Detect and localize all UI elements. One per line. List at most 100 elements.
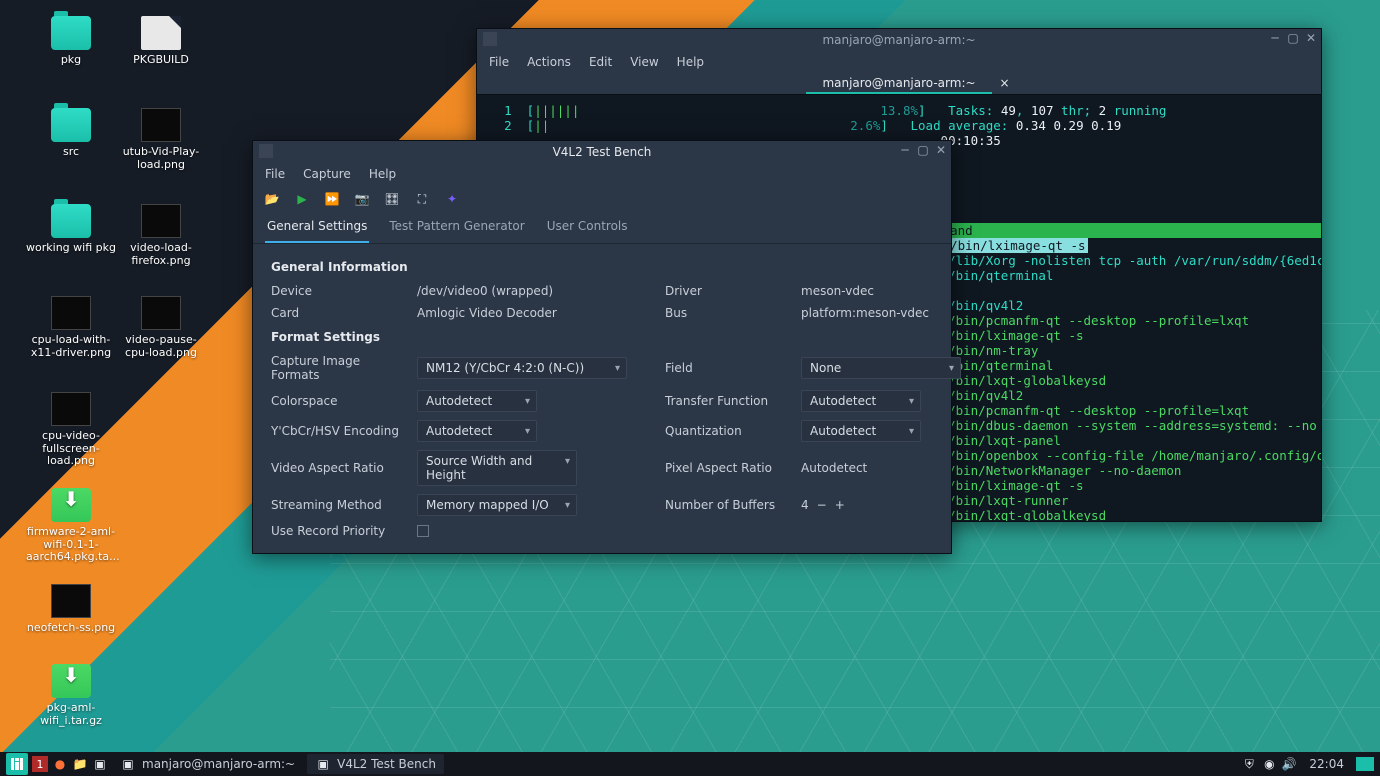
desktop-icon[interactable]: ⬇pkg-aml-wifi_i.tar.gz (26, 664, 116, 727)
play-icon[interactable]: ▶ (293, 190, 311, 208)
menu-item[interactable]: Edit (589, 55, 612, 69)
desktop-icon[interactable]: cpu-video-fullscreen-load.png (26, 392, 116, 468)
terminal-tabbar: manjaro@manjaro-arm:~ × (477, 73, 1321, 95)
wifi-icon[interactable]: ◉ (1261, 756, 1277, 772)
taskbar-task[interactable]: ▣manjaro@manjaro-arm:~ (112, 754, 303, 774)
yenc-label: Y'CbCr/HSV Encoding (271, 424, 399, 438)
maximize-button[interactable]: ▢ (917, 144, 929, 156)
menu-item[interactable]: File (265, 167, 285, 181)
folder-icon (51, 16, 91, 50)
maximize-button[interactable]: ▢ (1287, 32, 1299, 44)
v4l2-tabs: General Settings Test Pattern Generator Us… (253, 213, 951, 244)
menu-item[interactable]: Capture (303, 167, 351, 181)
desktop-icon[interactable]: ⬇firmware-2-aml-wifi-0.1-1-aarch64.pkg.t… (26, 488, 116, 564)
grid-icon[interactable]: 🎛 (383, 190, 401, 208)
expand-icon[interactable]: ⛶ (413, 190, 431, 208)
chevron-down-icon: ▾ (525, 396, 530, 407)
colorspace-select[interactable]: Autodetect▾ (417, 390, 537, 412)
thumb-icon (51, 296, 91, 330)
taskbar-task[interactable]: ▣V4L2 Test Bench (307, 754, 444, 774)
tab[interactable]: Test Pattern Generator (387, 213, 526, 243)
desktop-icon[interactable]: src (26, 108, 116, 159)
minimize-button[interactable]: ─ (1269, 32, 1281, 44)
var-label: Video Aspect Ratio (271, 461, 399, 475)
card-value: Amlogic Video Decoder (417, 306, 647, 320)
thumb-icon (141, 108, 181, 142)
desktop-icon-label: utub-Vid-Play-load.png (123, 145, 200, 171)
chevron-down-icon: ▾ (565, 456, 570, 467)
virtual-desktop-indicator[interactable]: 1 (32, 756, 48, 772)
app-launcher[interactable] (6, 753, 28, 775)
menu-item[interactable]: Actions (527, 55, 571, 69)
desktop-icon[interactable]: neofetch-ss.png (26, 584, 116, 635)
card-label: Card (271, 306, 399, 320)
file-manager-icon[interactable]: 📁 (72, 756, 88, 772)
chevron-down-icon: ▾ (525, 426, 530, 437)
close-icon[interactable]: × (1000, 76, 1010, 90)
capfmt-select[interactable]: NM12 (Y/CbCr 4:2:0 (N-C))▾ (417, 357, 627, 379)
increment-button[interactable]: + (835, 498, 845, 512)
v4l2-titlebar[interactable]: V4L2 Test Bench ─ ▢ ✕ (253, 141, 951, 163)
open-icon[interactable]: 📂 (263, 190, 281, 208)
firefox-icon[interactable]: ● (52, 756, 68, 772)
urp-checkbox[interactable] (417, 525, 429, 537)
quant-select[interactable]: Autodetect▾ (801, 420, 921, 442)
terminal-menubar: File Actions Edit View Help (477, 51, 1321, 73)
desktop-icon[interactable]: pkg (26, 16, 116, 67)
camera-icon[interactable]: 📷 (353, 190, 371, 208)
device-value: /dev/video0 (wrapped) (417, 284, 647, 298)
terminal-icon (483, 32, 497, 46)
chevron-down-icon: ▾ (565, 500, 570, 511)
show-desktop-icon[interactable] (1356, 757, 1374, 771)
stream-label: Streaming Method (271, 498, 399, 512)
window-icon: ▣ (315, 756, 331, 772)
driver-value: meson-vdec (801, 284, 961, 298)
file-icon (141, 16, 181, 50)
thumb-icon (51, 584, 91, 618)
menu-item[interactable]: File (489, 55, 509, 69)
desktop-icon[interactable]: utub-Vid-Play-load.png (116, 108, 206, 171)
desktop-icon-label: PKGBUILD (133, 53, 189, 66)
desktop-icon-label: neofetch-ss.png (27, 621, 115, 634)
menu-item[interactable]: Help (677, 55, 704, 69)
desktop-icon-label: src (63, 145, 79, 158)
desktop-icon[interactable]: cpu-load-with-x11-driver.png (26, 296, 116, 359)
volume-icon[interactable]: 🔊 (1281, 756, 1297, 772)
menu-item[interactable]: View (630, 55, 658, 69)
shield-icon[interactable]: ⛨ (1241, 756, 1257, 772)
tfunc-label: Transfer Function (665, 394, 783, 408)
clock[interactable]: 22:04 (1309, 757, 1344, 771)
par-value: Autodetect (801, 461, 961, 475)
tfunc-select[interactable]: Autodetect▾ (801, 390, 921, 412)
fx-icon[interactable]: ✦ (443, 190, 461, 208)
menu-item[interactable]: Help (369, 167, 396, 181)
var-select[interactable]: Source Width and Height▾ (417, 450, 577, 486)
decrement-button[interactable]: − (817, 498, 827, 512)
bus-value: platform:meson-vdec (801, 306, 961, 320)
thumb-icon (141, 204, 181, 238)
terminal-tab[interactable]: manjaro@manjaro-arm:~ × (806, 74, 991, 94)
desktop-icon-label: video-load-firefox.png (130, 241, 192, 267)
close-button[interactable]: ✕ (1305, 32, 1317, 44)
yenc-select[interactable]: Autodetect▾ (417, 420, 537, 442)
step-icon[interactable]: ⏩ (323, 190, 341, 208)
stream-select[interactable]: Memory mapped I/O▾ (417, 494, 577, 516)
tab[interactable]: General Settings (265, 213, 369, 243)
field-select[interactable]: None▾ (801, 357, 961, 379)
desktop-icon[interactable]: video-load-firefox.png (116, 204, 206, 267)
close-button[interactable]: ✕ (935, 144, 947, 156)
task-label: manjaro@manjaro-arm:~ (142, 757, 295, 771)
desktop-icon-label: pkg-aml-wifi_i.tar.gz (40, 701, 102, 727)
tab[interactable]: User Controls (545, 213, 630, 243)
terminal-icon[interactable]: ▣ (92, 756, 108, 772)
par-label: Pixel Aspect Ratio (665, 461, 783, 475)
chevron-down-icon: ▾ (909, 396, 914, 407)
v4l2-toolbar: 📂 ▶ ⏩ 📷 🎛 ⛶ ✦ (253, 185, 951, 213)
desktop-icon-label: cpu-load-with-x11-driver.png (31, 333, 111, 359)
desktop-icon[interactable]: working wifi pkg (26, 204, 116, 255)
desktop-icon[interactable]: PKGBUILD (116, 16, 206, 67)
minimize-button[interactable]: ─ (899, 144, 911, 156)
bus-label: Bus (665, 306, 783, 320)
terminal-titlebar[interactable]: manjaro@manjaro-arm:~ ─ ▢ ✕ (477, 29, 1321, 51)
desktop-icon[interactable]: video-pause-cpu-load.png (116, 296, 206, 359)
